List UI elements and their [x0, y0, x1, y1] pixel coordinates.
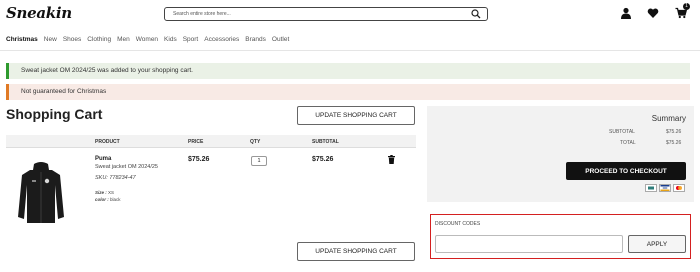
nav-item-new[interactable]: New: [44, 36, 57, 46]
column-header-qty: QTY: [250, 139, 261, 145]
table-divider: [6, 147, 416, 148]
discount-codes-panel: DISCOUNT CODES APPLY: [430, 214, 691, 259]
product-color-label: color :: [95, 197, 109, 202]
apply-discount-button[interactable]: APPLY: [628, 235, 686, 253]
nav-item-christmas[interactable]: Christmas: [6, 36, 38, 46]
nav-item-men[interactable]: Men: [117, 36, 130, 46]
product-size-label: Size :: [95, 190, 107, 195]
product-size-value: XS: [108, 190, 115, 195]
product-image[interactable]: [18, 161, 64, 227]
search-input[interactable]: [173, 9, 463, 19]
nav-item-sport[interactable]: Sport: [183, 36, 199, 46]
column-header-subtotal: SUBTOTAL: [312, 139, 339, 145]
total-value: $75.26: [666, 140, 682, 146]
bank-card-icon: [645, 184, 657, 192]
nav-divider: [0, 50, 700, 51]
item-price: $75.26: [188, 156, 210, 163]
order-summary: Summary SUBTOTAL $75.26 TOTAL $75.26 PRO…: [427, 106, 694, 202]
discount-code-input[interactable]: [435, 235, 623, 253]
nav-item-accessories[interactable]: Accessories: [204, 36, 239, 46]
nav-item-women[interactable]: Women: [136, 36, 158, 46]
summary-title: Summary: [651, 114, 686, 123]
column-header-price: PRICE: [188, 139, 204, 145]
product-color: color : black: [95, 197, 121, 202]
nav-item-clothing[interactable]: Clothing: [87, 36, 111, 46]
update-cart-button-top[interactable]: UPDATE SHOPPING CART: [297, 106, 415, 125]
product-sku: SKU: 778234-47: [95, 175, 136, 181]
subtotal-label: SUBTOTAL: [609, 129, 635, 135]
main-nav: Christmas New Shoes Clothing Men Women K…: [6, 36, 289, 46]
mastercard-icon: [673, 184, 685, 192]
cart-count-badge: 1: [683, 3, 690, 10]
visa-icon: [659, 184, 671, 192]
discount-title: DISCOUNT CODES: [435, 221, 481, 227]
search-icon[interactable]: [471, 9, 481, 19]
nav-item-brands[interactable]: Brands: [245, 36, 266, 46]
heart-icon[interactable]: [647, 7, 659, 19]
page-title: Shopping Cart: [6, 106, 103, 122]
page: Sneakin 1 Christmas New Shoes Clothing M…: [0, 0, 700, 272]
trash-icon[interactable]: [388, 155, 395, 164]
cart-table-header: [6, 135, 416, 147]
product-color-value: black: [110, 197, 121, 202]
logo[interactable]: Sneakin: [6, 4, 72, 22]
success-message: Sweat jacket OM 2024/25 was added to you…: [6, 63, 690, 79]
product-size: Size : XS: [95, 190, 114, 195]
nav-item-shoes[interactable]: Shoes: [63, 36, 81, 46]
warning-message: Not guaranteed for Christmas: [6, 84, 690, 100]
user-icon[interactable]: [620, 7, 632, 19]
search-bar[interactable]: [164, 7, 488, 21]
total-label: TOTAL: [620, 140, 636, 146]
subtotal-value: $75.26: [666, 129, 682, 135]
column-header-product: PRODUCT: [95, 139, 120, 145]
nav-item-outlet[interactable]: Outlet: [272, 36, 289, 46]
update-cart-button-bottom[interactable]: UPDATE SHOPPING CART: [297, 242, 415, 261]
checkout-button[interactable]: PROCEED TO CHECKOUT: [566, 162, 686, 180]
product-brand[interactable]: Puma: [95, 156, 111, 162]
item-subtotal: $75.26: [312, 156, 334, 163]
nav-item-kids[interactable]: Kids: [164, 36, 177, 46]
product-name[interactable]: Sweat jacket OM 2024/25: [95, 164, 158, 170]
quantity-input[interactable]: 1: [251, 156, 267, 166]
